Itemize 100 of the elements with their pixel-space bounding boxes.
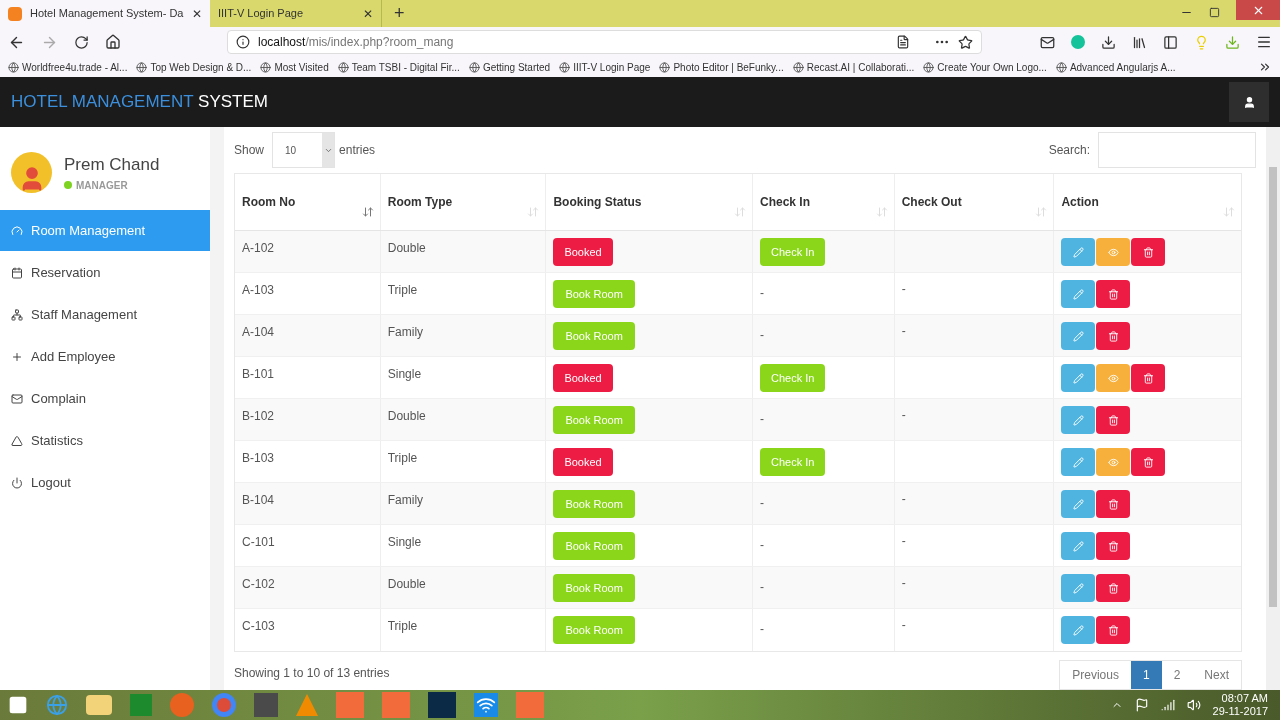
plus-icon bbox=[11, 350, 23, 363]
close-window-button[interactable] bbox=[1236, 0, 1280, 20]
bookmark[interactable]: Most Visited bbox=[274, 59, 329, 75]
trash-icon bbox=[1142, 246, 1154, 258]
url-text: localhost/mis/index.php?room_mang bbox=[258, 34, 455, 51]
sidebar-item[interactable]: Logout bbox=[0, 462, 210, 503]
flag-icon[interactable] bbox=[1134, 698, 1149, 712]
view-button[interactable] bbox=[1096, 238, 1131, 266]
trash-icon bbox=[1107, 540, 1119, 552]
search-field[interactable] bbox=[1098, 132, 1256, 168]
delete-button[interactable] bbox=[1131, 364, 1166, 392]
delete-button[interactable] bbox=[1096, 616, 1131, 644]
column-header[interactable]: Room Type bbox=[387, 193, 524, 211]
bookmark[interactable]: Create Your Own Logo... bbox=[937, 59, 1047, 75]
bookmark[interactable]: Worldfree4u.trade - Al... bbox=[22, 59, 128, 75]
browser-tab[interactable]: Hotel Management System- Da ✕ bbox=[0, 0, 210, 27]
view-button[interactable] bbox=[1096, 448, 1131, 476]
signal-icon[interactable] bbox=[1160, 698, 1175, 712]
bookmark[interactable]: IIIT-V Login Page bbox=[573, 59, 651, 75]
mail-icon[interactable] bbox=[1040, 34, 1055, 50]
download-arrow-icon[interactable] bbox=[1225, 34, 1240, 50]
sidebar-item[interactable]: Statistics bbox=[0, 420, 210, 461]
sidebar-icon[interactable] bbox=[1163, 34, 1178, 50]
globe-icon bbox=[136, 61, 148, 73]
table-cell: - bbox=[759, 328, 764, 342]
edit-button[interactable] bbox=[1061, 406, 1096, 434]
maximize-icon[interactable] bbox=[1209, 7, 1220, 18]
bookmark[interactable]: Getting Started bbox=[482, 59, 551, 75]
pagination-button[interactable]: 1 bbox=[1130, 661, 1162, 689]
column-header[interactable]: Action bbox=[1061, 193, 1219, 211]
bookmark[interactable]: Recast.AI | Collaborati... bbox=[806, 59, 915, 75]
delete-button[interactable] bbox=[1131, 238, 1166, 266]
delete-button[interactable] bbox=[1096, 532, 1131, 560]
table-cell: - bbox=[901, 324, 906, 338]
edit-button[interactable] bbox=[1061, 238, 1096, 266]
column-header[interactable]: Room No bbox=[242, 193, 358, 211]
wifi-icon[interactable] bbox=[474, 693, 498, 717]
table-cell: - bbox=[901, 282, 906, 296]
delete-button[interactable] bbox=[1096, 280, 1131, 308]
delete-button[interactable] bbox=[1096, 490, 1131, 518]
booking-status-button[interactable]: Booked bbox=[553, 364, 613, 392]
edit-button[interactable] bbox=[1061, 532, 1096, 560]
sort-icon[interactable] bbox=[361, 206, 374, 218]
edit-button[interactable] bbox=[1061, 574, 1096, 602]
edit-button[interactable] bbox=[1061, 322, 1096, 350]
table-info: Showing 1 to 10 of 13 entries bbox=[234, 665, 391, 682]
more-bookmarks-icon[interactable] bbox=[1258, 60, 1272, 74]
delete-button[interactable] bbox=[1096, 322, 1131, 350]
bookmark[interactable]: Photo Editor | BeFunky... bbox=[673, 59, 784, 75]
windows-start-icon[interactable] bbox=[8, 695, 28, 715]
reload-icon[interactable] bbox=[74, 34, 89, 50]
table-cell: - bbox=[901, 408, 906, 422]
browser-icon[interactable] bbox=[46, 694, 68, 716]
edit-button[interactable] bbox=[1061, 490, 1096, 518]
sidebar-item[interactable]: Reservation bbox=[0, 252, 210, 293]
calendar-icon bbox=[11, 266, 23, 279]
sidebar-item[interactable]: Staff Management bbox=[0, 294, 210, 335]
column-header[interactable]: Check Out bbox=[901, 193, 1032, 211]
bulb-icon[interactable] bbox=[1194, 34, 1209, 50]
edit-button[interactable] bbox=[1061, 364, 1096, 392]
reader-icon[interactable] bbox=[896, 35, 910, 49]
edit-button[interactable] bbox=[1061, 280, 1096, 308]
address-bar[interactable]: localhost/mis/index.php?room_mang bbox=[227, 30, 982, 54]
table-cell: - bbox=[901, 618, 906, 632]
delete-button[interactable] bbox=[1131, 448, 1166, 476]
download-icon[interactable] bbox=[1101, 34, 1116, 50]
pagination-button[interactable]: 2 bbox=[1161, 661, 1193, 689]
new-tab-button[interactable]: + bbox=[382, 0, 417, 27]
globe-icon bbox=[260, 61, 272, 73]
table-cell: A-102 bbox=[242, 241, 275, 255]
close-icon[interactable]: ✕ bbox=[192, 4, 202, 23]
edit-button[interactable] bbox=[1061, 448, 1096, 476]
booking-status-button[interactable]: Booked bbox=[553, 448, 613, 476]
table-cell: B-104 bbox=[242, 493, 275, 507]
bookmark[interactable]: Top Web Design & D... bbox=[150, 59, 252, 75]
user-menu-button[interactable] bbox=[1229, 82, 1269, 122]
volume-icon[interactable] bbox=[1186, 698, 1201, 712]
view-button[interactable] bbox=[1096, 364, 1131, 392]
info-icon bbox=[236, 35, 250, 49]
delete-button[interactable] bbox=[1096, 406, 1131, 434]
bookmark[interactable]: Team TSBI - Digital Fir... bbox=[351, 59, 460, 75]
menu-icon[interactable] bbox=[1256, 34, 1272, 50]
sitemap-icon bbox=[11, 308, 23, 321]
library-icon[interactable] bbox=[1132, 34, 1147, 50]
sidebar-item[interactable]: Add Employee bbox=[0, 336, 210, 377]
star-icon[interactable] bbox=[958, 34, 973, 50]
home-icon[interactable] bbox=[105, 34, 121, 50]
pagination-button[interactable]: Next bbox=[1192, 661, 1241, 689]
pagination-button[interactable]: Previous bbox=[1060, 661, 1131, 689]
close-icon[interactable]: ✕ bbox=[363, 4, 373, 23]
page-size-select[interactable]: 10 bbox=[272, 132, 336, 168]
globe-icon bbox=[337, 61, 349, 73]
column-header[interactable]: Check In bbox=[759, 193, 872, 211]
bookmark[interactable]: Advanced Angularjs A... bbox=[1069, 59, 1176, 75]
scrollbar[interactable] bbox=[1266, 127, 1280, 690]
booking-status-button[interactable]: Booked bbox=[553, 238, 613, 266]
column-header[interactable]: Booking Status bbox=[553, 193, 730, 211]
delete-button[interactable] bbox=[1096, 574, 1131, 602]
edit-button[interactable] bbox=[1061, 616, 1096, 644]
sidebar-item[interactable]: Complain bbox=[0, 378, 210, 419]
